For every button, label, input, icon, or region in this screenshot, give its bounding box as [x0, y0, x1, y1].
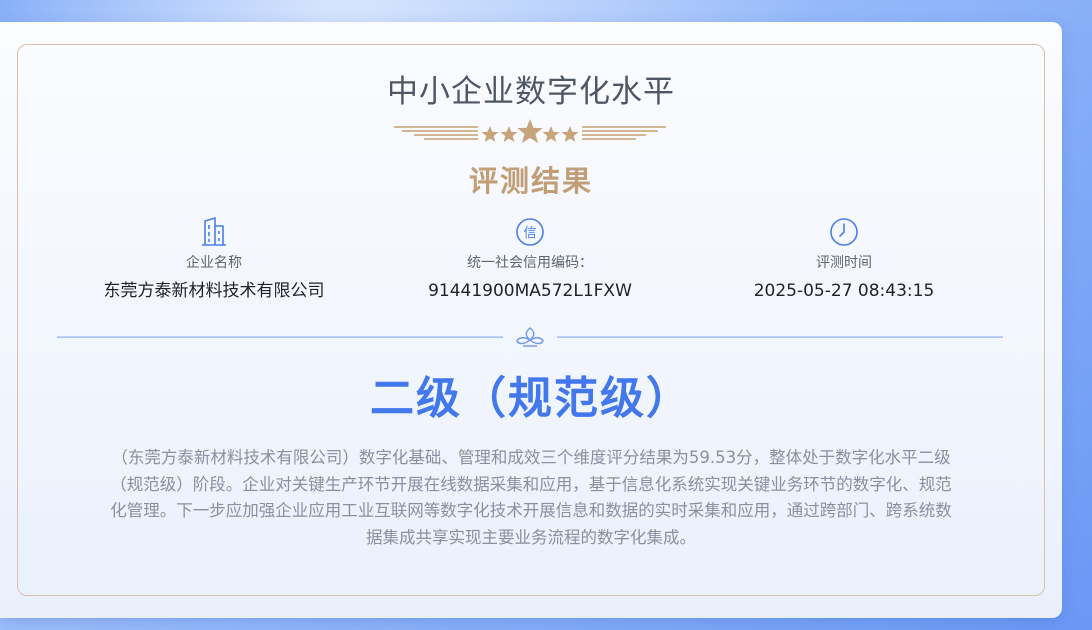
eval-time-label: 评测时间: [816, 255, 872, 271]
eval-time-value: 2025-05-27 08:43:15: [753, 281, 935, 301]
credit-code-info: 信 统一社会信用编码： 91441900MA572L1FXW: [380, 216, 680, 302]
svg-text:信: 信: [523, 226, 536, 241]
stars-decoration-icon: [394, 119, 666, 143]
company-info: 企业名称 东莞方泰新材料技术有限公司: [64, 216, 364, 302]
result-description: （东莞方泰新材料技术有限公司）数字化基础、管理和成效三个维度评分结果为59.53…: [110, 448, 952, 547]
credit-code-label: 统一社会信用编码：: [467, 255, 593, 271]
page-title: 中小企业数字化水平: [387, 74, 675, 110]
building-icon: [202, 217, 226, 246]
company-label: 企业名称: [186, 255, 242, 271]
credit-icon: 信: [516, 218, 544, 246]
eval-time-info: 评测时间 2025-05-27 08:43:15: [694, 216, 994, 302]
clock-icon: [830, 218, 858, 246]
company-name: 东莞方泰新材料技术有限公司: [103, 281, 325, 301]
result-card: 中小企业数字化水平 评测结果 企业名称 东莞方泰新材料技术有限公司 信 统一社会…: [0, 22, 1062, 618]
digital-level: 二级（规范级）: [370, 373, 692, 424]
result-subtitle: 评测结果: [468, 164, 593, 198]
ornament-divider: [57, 327, 1003, 347]
credit-code-value: 91441900MA572L1FXW: [428, 281, 632, 301]
